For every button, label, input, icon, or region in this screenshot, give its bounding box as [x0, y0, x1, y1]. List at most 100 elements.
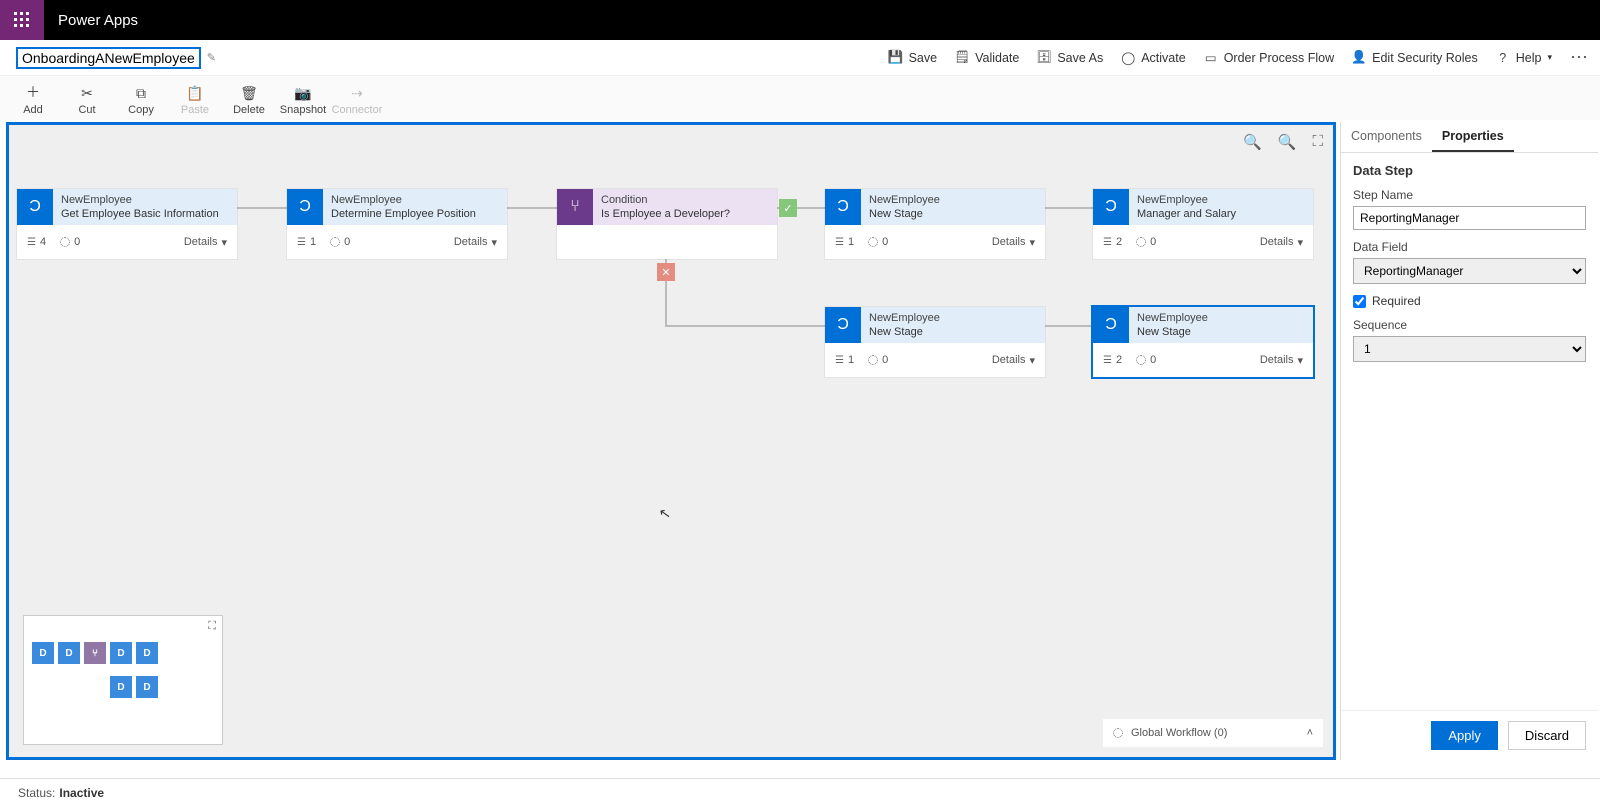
details-label: Details — [992, 354, 1026, 366]
order-icon: ▭ — [1204, 51, 1218, 65]
connector-line — [237, 207, 289, 209]
tab-properties[interactable]: Properties — [1432, 122, 1514, 152]
global-workflow-label: Global Workflow (0) — [1131, 727, 1227, 739]
paste-icon: 📋 — [186, 85, 203, 102]
activate-button[interactable]: ◯Activate — [1121, 51, 1185, 65]
process-name[interactable]: OnboardingANewEmployee — [16, 47, 201, 69]
discard-button[interactable]: Discard — [1508, 721, 1586, 750]
chevron-down-icon: ▾ — [1297, 236, 1303, 249]
validate-button[interactable]: 🗒Validate — [955, 51, 1019, 65]
tab-components[interactable]: Components — [1341, 122, 1432, 152]
stage-basic-info[interactable]: Ͻ NewEmployeeGet Employee Basic Informat… — [17, 189, 237, 259]
help-button[interactable]: ?Help▾ — [1496, 51, 1552, 65]
condition-entity: Condition — [601, 193, 769, 207]
steps-count: 1 — [848, 236, 854, 248]
condition-yes-icon: ✓ — [779, 199, 797, 217]
global-workflow-bar[interactable]: Global Workflow (0) ˄ — [1103, 719, 1323, 747]
trigger-icon — [330, 237, 340, 247]
add-tool[interactable]: ＋Add — [6, 82, 60, 116]
mouse-cursor: ↖ — [658, 504, 673, 523]
required-label: Required — [1372, 294, 1421, 308]
app-launcher[interactable] — [0, 0, 44, 40]
snapshot-label: Snapshot — [280, 104, 326, 116]
stage-new-no-2[interactable]: Ͻ NewEmployeeNew Stage ☰2 0 Details▾ — [1093, 307, 1313, 377]
app-title: Power Apps — [58, 12, 138, 29]
stage-icon: Ͻ — [1093, 307, 1129, 343]
fit-icon[interactable]: ⛶ — [1312, 133, 1323, 151]
saveas-button[interactable]: 🗄Save As — [1037, 51, 1103, 65]
edit-toolbar: ＋Add ✂Cut ⧉Copy 📋 Paste 🗑 Delete 📷Snapshot… — [0, 76, 1600, 120]
stage-icon: Ͻ — [287, 189, 323, 225]
stage-determine-position[interactable]: Ͻ NewEmployeeDetermine Employee Position… — [287, 189, 507, 259]
security-button[interactable]: 👤Edit Security Roles — [1352, 51, 1478, 65]
step-name-label: Step Name — [1353, 188, 1586, 202]
waffle-icon — [14, 12, 30, 28]
details-toggle[interactable]: Details▾ — [992, 354, 1035, 367]
order-button[interactable]: ▭Order Process Flow — [1204, 51, 1334, 65]
stage-entity: NewEmployee — [331, 193, 499, 207]
save-label: Save — [909, 51, 938, 65]
condition-is-developer[interactable]: ⑂ ConditionIs Employee a Developer? — [557, 189, 777, 259]
plus-icon: ＋ — [26, 82, 40, 102]
stage-entity: NewEmployee — [1137, 193, 1305, 207]
delete-label: Delete — [233, 104, 265, 116]
help-icon: ? — [1496, 51, 1510, 65]
step-name-input[interactable] — [1353, 206, 1586, 230]
trigger-icon — [868, 237, 878, 247]
zoom-out-icon[interactable]: 🔍 — [1243, 133, 1262, 151]
sequence-select[interactable]: 1 — [1353, 336, 1586, 362]
condition-icon: ⑂ — [557, 189, 593, 225]
designer-canvas[interactable]: 🔍 🔍 ⛶ ✓ ✕ Ͻ NewEmployeeGet Employee Basi… — [6, 122, 1336, 760]
snapshot-tool[interactable]: 📷Snapshot — [276, 85, 330, 116]
details-toggle[interactable]: Details▾ — [1260, 236, 1303, 249]
paste-tool[interactable]: 📋 Paste — [168, 85, 222, 116]
data-field-select[interactable]: ReportingManager — [1353, 258, 1586, 284]
stage-name: New Stage — [869, 207, 1037, 221]
details-toggle[interactable]: Details▾ — [454, 236, 497, 249]
cut-icon: ✂ — [81, 85, 93, 102]
trigger-icon — [868, 355, 878, 365]
validate-label: Validate — [975, 51, 1019, 65]
details-toggle[interactable]: Details▾ — [184, 236, 227, 249]
apply-button[interactable]: Apply — [1431, 721, 1498, 750]
stage-icon: Ͻ — [17, 189, 53, 225]
required-checkbox[interactable] — [1353, 295, 1366, 308]
minimap[interactable]: ⛶ D D ⑂ D D D D — [23, 615, 223, 745]
stage-manager-salary[interactable]: Ͻ NewEmployeeManager and Salary ☰2 0 Det… — [1093, 189, 1313, 259]
delete-tool[interactable]: 🗑 Delete — [222, 85, 276, 116]
stage-new-yes-1[interactable]: Ͻ NewEmployeeNew Stage ☰1 0 Details▾ — [825, 189, 1045, 259]
connector-tool[interactable]: ⇢Connector — [330, 85, 384, 116]
trigger-count: 0 — [882, 236, 888, 248]
condition-no-icon: ✕ — [657, 263, 675, 281]
details-toggle[interactable]: Details▾ — [1260, 354, 1303, 367]
stage-name: Get Employee Basic Information — [61, 207, 229, 221]
save-button[interactable]: 💾Save — [889, 51, 938, 65]
stage-entity: NewEmployee — [869, 311, 1037, 325]
copy-tool[interactable]: ⧉Copy — [114, 85, 168, 116]
sequence-label: Sequence — [1353, 318, 1586, 332]
details-toggle[interactable]: Details▾ — [992, 236, 1035, 249]
delete-icon: 🗑 — [240, 85, 258, 102]
paste-label: Paste — [181, 104, 209, 116]
help-label: Help — [1516, 51, 1542, 65]
steps-count: 2 — [1116, 354, 1122, 366]
workflow-icon — [1113, 728, 1123, 738]
status-label: Status: — [18, 786, 55, 800]
trigger-count: 0 — [74, 236, 80, 248]
saveas-label: Save As — [1057, 51, 1103, 65]
cut-tool[interactable]: ✂Cut — [60, 85, 114, 116]
command-bar: OnboardingANewEmployee ✎ 💾Save 🗒Validate… — [0, 40, 1600, 76]
chevron-down-icon: ▾ — [1029, 354, 1035, 367]
edit-name-icon[interactable]: ✎ — [207, 51, 216, 64]
zoom-in-icon[interactable]: 🔍 — [1278, 133, 1297, 151]
stage-name: Determine Employee Position — [331, 207, 499, 221]
minimap-node: D — [110, 676, 132, 698]
chevron-up-icon: ˄ — [1307, 727, 1313, 739]
trigger-icon — [1136, 355, 1146, 365]
stage-entity: NewEmployee — [1137, 311, 1305, 325]
more-button[interactable]: ⋯ — [1570, 47, 1590, 68]
connector-line — [665, 325, 825, 327]
stage-new-no-1[interactable]: Ͻ NewEmployeeNew Stage ☰1 0 Details▾ — [825, 307, 1045, 377]
minimap-expand-icon[interactable]: ⛶ — [208, 620, 216, 633]
trigger-count: 0 — [1150, 236, 1156, 248]
